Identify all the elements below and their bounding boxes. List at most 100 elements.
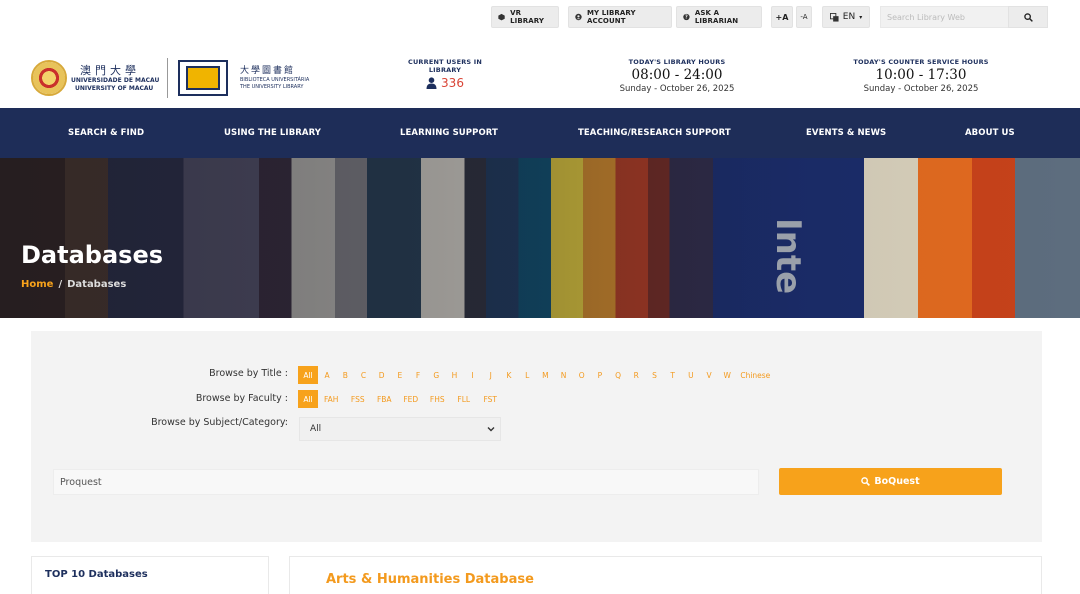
my-account-button[interactable]: MY LIBRARY ACCOUNT [568,6,672,28]
library-name-english: THE UNIVERSITY LIBRARY [240,84,304,90]
faculty-fll[interactable]: FLL [451,390,478,408]
faculty-fba[interactable]: FBA [371,390,398,408]
chevron-down-icon: ▾ [859,13,863,21]
um-name-english: UNIVERSITY OF MACAU [75,85,154,92]
current-users-label: CURRENT USERS IN LIBRARY [407,58,483,74]
library-web-search-input[interactable]: Search Library Web [880,6,1010,28]
boquest-search-button[interactable]: BoQuest [779,468,1002,495]
breadcrumb: Home / Databases [21,279,126,290]
logo-divider [167,58,168,98]
vr-library-label: VR LIBRARY [510,9,545,25]
language-select[interactable]: EN ▾ [822,6,870,28]
language-label: EN [842,12,856,22]
translate-icon [829,12,839,22]
ask-librarian-button[interactable]: ? ASK A LIBRARIAN [676,6,762,28]
breadcrumb-current: Databases [67,279,127,290]
chevron-down-icon [487,427,495,432]
library-web-search-button[interactable] [1008,6,1048,28]
library-logo[interactable] [178,60,228,96]
title-letter-r[interactable]: R [627,366,645,384]
title-letter-c[interactable]: C [354,366,372,384]
title-letter-i[interactable]: I [464,366,482,384]
title-letter-a[interactable]: A [318,366,336,384]
main-nav: SEARCH & FIND USING THE LIBRARY LEARNING… [0,108,1080,158]
title-letter-k[interactable]: K [500,366,518,384]
book-spine-text: Inte [768,218,808,295]
counter-hours-widget: TODAY'S COUNTER SERVICE HOURS 10:00 - 17… [840,58,1002,94]
font-increase-button[interactable]: +A [771,6,793,28]
svg-text:?: ? [685,15,688,21]
browse-subject-label: Browse by Subject/Category: [151,417,288,428]
database-list-card: Arts & Humanities Database [289,556,1042,594]
counter-hours-label: TODAY'S COUNTER SERVICE HOURS [853,58,989,66]
title-letter-all[interactable]: All [298,366,318,384]
faculty-fed[interactable]: FED [398,390,425,408]
nav-using-library[interactable]: USING THE LIBRARY [224,108,321,158]
nav-teaching-research[interactable]: TEACHING/RESEARCH SUPPORT [578,108,731,158]
faculty-fst[interactable]: FST [477,390,504,408]
search-icon [861,477,871,486]
site-header: 澳門大學 UNIVERSIDADE DE MACAU UNIVERSITY OF… [0,42,1080,108]
title-letter-chinese[interactable]: Chinese [736,366,774,384]
title-letter-n[interactable]: N [554,366,572,384]
faculty-fah[interactable]: FAH [318,390,345,408]
um-name-chinese: 澳門大學 [80,64,140,77]
title-letter-l[interactable]: L [518,366,536,384]
library-hours-widget: TODAY'S LIBRARY HOURS 08:00 - 24:00 Sund… [595,58,759,94]
nav-search-find[interactable]: SEARCH & FIND [68,108,144,158]
um-name-portuguese: UNIVERSIDADE DE MACAU [71,77,160,84]
faculty-list: All FAH FSS FBA FED FHS FLL FST [298,390,504,408]
library-hours-value: 08:00 - 24:00 [631,67,723,83]
title-letter-s[interactable]: S [645,366,663,384]
title-letter-u[interactable]: U [682,366,700,384]
title-letter-e[interactable]: E [391,366,409,384]
title-letter-j[interactable]: J [482,366,500,384]
utility-bar: VR LIBRARY MY LIBRARY ACCOUNT ? ASK A LI… [0,0,1080,42]
title-letter-p[interactable]: P [591,366,609,384]
title-letter-o[interactable]: O [573,366,591,384]
user-circle-icon [575,13,582,21]
ask-librarian-label: ASK A LIBRARIAN [694,9,739,25]
breadcrumb-separator: / [58,279,63,290]
counter-hours-value: 10:00 - 17:30 [875,67,967,83]
university-seal-logo[interactable] [31,60,67,96]
boquest-label: BoQuest [874,476,920,487]
current-users-count: 336 [441,76,464,90]
title-letter-v[interactable]: V [700,366,718,384]
subject-select-value: All [310,424,322,434]
top10-panel: TOP 10 Databases [31,556,269,594]
faculty-all[interactable]: All [298,390,318,408]
breadcrumb-home-link[interactable]: Home [21,279,53,290]
title-letter-b[interactable]: B [336,366,354,384]
title-letter-f[interactable]: F [409,366,427,384]
library-hours-date: Sunday - October 26, 2025 [619,84,735,94]
page-title: Databases [21,241,164,269]
hero-banner: Inte Databases Home / Databases [0,158,1080,318]
section-title: Arts & Humanities Database [326,572,534,587]
title-letter-w[interactable]: W [718,366,736,384]
title-letter-q[interactable]: Q [609,366,627,384]
title-letter-g[interactable]: G [427,366,445,384]
nav-events-news[interactable]: EVENTS & NEWS [806,108,886,158]
database-filter-panel: Browse by Title : All A B C D E F G H I J K L M N O P Q R S… [31,331,1042,542]
database-search-input[interactable]: Proquest [53,469,759,495]
top10-title: TOP 10 Databases [45,569,148,580]
title-letter-m[interactable]: M [536,366,554,384]
title-letter-t[interactable]: T [664,366,682,384]
library-hours-label: TODAY'S LIBRARY HOURS [628,58,726,66]
nav-about-us[interactable]: ABOUT US [965,108,1015,158]
title-letter-d[interactable]: D [373,366,391,384]
vr-library-button[interactable]: VR LIBRARY [491,6,559,28]
subject-select[interactable]: All [299,417,501,441]
search-icon [1023,12,1033,22]
faculty-fhs[interactable]: FHS [424,390,451,408]
nav-learning-support[interactable]: LEARNING SUPPORT [400,108,498,158]
font-decrease-button[interactable]: -A [796,6,812,28]
browse-title-label: Browse by Title : [209,368,288,379]
cube-icon [498,13,505,21]
library-name-chinese: 大學圖書館 [240,66,296,76]
my-account-label: MY LIBRARY ACCOUNT [586,9,636,25]
faculty-fss[interactable]: FSS [345,390,372,408]
title-letter-list: All A B C D E F G H I J K L M N O P Q R S T U V W Chinese [298,366,774,384]
title-letter-h[interactable]: H [445,366,463,384]
